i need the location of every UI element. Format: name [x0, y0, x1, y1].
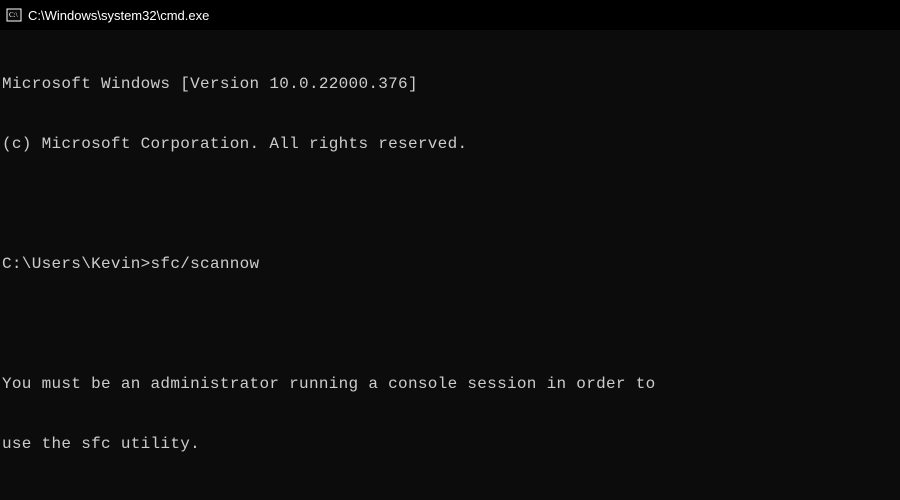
error-text-line-2: use the sfc utility. [2, 434, 898, 454]
window-title: C:\Windows\system32\cmd.exe [28, 8, 209, 23]
cmd-window: C:\ C:\Windows\system32\cmd.exe Microsof… [0, 0, 900, 500]
console-output[interactable]: Microsoft Windows [Version 10.0.22000.37… [0, 30, 900, 500]
command-text: sfc/scannow [151, 255, 260, 273]
version-text: Microsoft Windows [Version 10.0.22000.37… [2, 74, 898, 94]
svg-text:C:\: C:\ [9, 11, 18, 19]
blank-line [2, 494, 898, 500]
prompt-path: C:\Users\Kevin> [2, 255, 151, 273]
titlebar[interactable]: C:\ C:\Windows\system32\cmd.exe [0, 0, 900, 30]
copyright-text: (c) Microsoft Corporation. All rights re… [2, 134, 898, 154]
cmd-icon: C:\ [6, 7, 22, 23]
error-text-line-1: You must be an administrator running a c… [2, 374, 898, 394]
blank-line [2, 194, 898, 214]
blank-line [2, 314, 898, 334]
prompt-line-1: C:\Users\Kevin>sfc/scannow [2, 254, 898, 274]
